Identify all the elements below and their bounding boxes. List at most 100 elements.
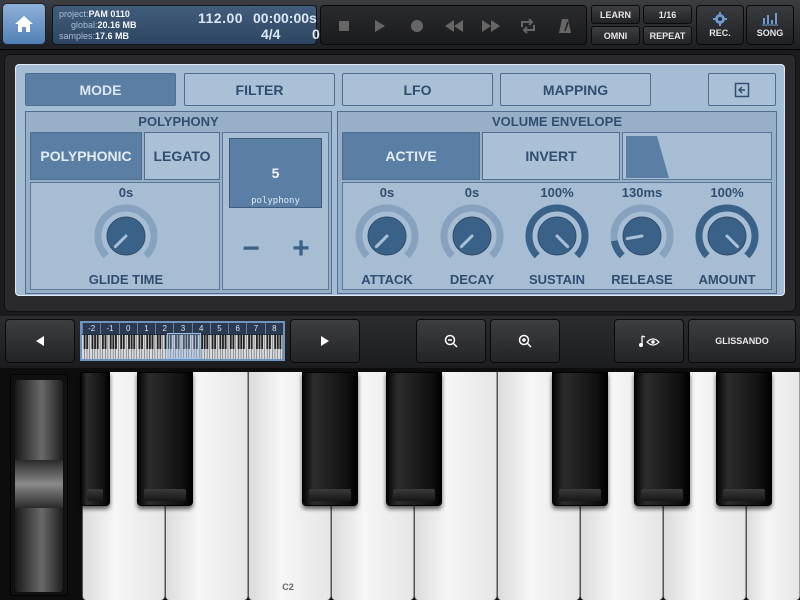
record-button[interactable]	[406, 15, 428, 37]
play-button[interactable]	[369, 15, 391, 37]
loop-icon	[521, 18, 535, 34]
legato-toggle[interactable]: LEGATO	[144, 132, 220, 180]
mini-black-key	[250, 335, 253, 349]
time-signature[interactable]: 4/4	[261, 26, 280, 42]
mini-black-key	[274, 335, 277, 349]
attack-value: 0s	[379, 185, 395, 200]
mini-black-key	[146, 335, 149, 349]
note-visibility-button[interactable]	[614, 319, 684, 363]
project-display: project:PAM 0110 global:20.16 MB samples…	[52, 5, 348, 45]
mini-black-key	[112, 335, 115, 349]
glissando-button[interactable]: GLISSANDO	[688, 319, 796, 363]
polyphony-section: POLYPHONY POLYPHONIC LEGATO 0s GLIDE TIM…	[25, 111, 332, 294]
mini-black-key	[214, 335, 217, 349]
keyboard-range-navigator[interactable]: -2 -1 0 1 2 3 4 5 6 7 8	[80, 321, 285, 361]
glide-time-knob[interactable]	[93, 203, 159, 269]
rewind-button[interactable]	[443, 15, 465, 37]
arrow-right-icon	[321, 336, 329, 346]
record-icon	[411, 20, 423, 32]
tab-mapping[interactable]: MAPPING	[500, 73, 651, 106]
rewind-icon	[445, 20, 463, 32]
tab-mode[interactable]: MODE	[25, 73, 176, 106]
time-display: 00:00:00s	[253, 10, 317, 26]
tempo-display[interactable]: 112.00	[198, 10, 243, 26]
polyphony-count-label: polyphony	[251, 196, 300, 206]
attack-knob[interactable]	[354, 203, 420, 269]
black-key[interactable]	[80, 372, 110, 506]
release-value: 130ms	[621, 185, 663, 200]
mini-black-key	[269, 335, 271, 349]
song-icon	[762, 13, 778, 26]
mini-black-key	[229, 335, 232, 349]
envelope-knobs: 0s ATTACK 0s DECAY 100% SUSTAIN 130ms RE…	[342, 182, 772, 290]
sustain-knob[interactable]	[524, 203, 590, 269]
back-arrow-icon	[734, 82, 750, 97]
mini-black-key	[279, 335, 282, 349]
polyphony-decrease-button[interactable]: −	[233, 231, 269, 267]
mini-black-key	[222, 335, 224, 349]
mini-black-key	[104, 335, 107, 349]
black-key[interactable]	[386, 372, 442, 506]
omni-button[interactable]: OMNI	[591, 26, 640, 45]
volume-envelope-title: VOLUME ENVELOPE	[491, 114, 623, 129]
octave-up-button[interactable]	[290, 319, 360, 363]
fast-forward-button[interactable]	[480, 15, 502, 37]
fast-forward-icon	[482, 20, 500, 32]
metronome-button[interactable]	[554, 15, 576, 37]
tab-filter[interactable]: FILTER	[184, 73, 335, 106]
decay-label: DECAY	[449, 272, 495, 287]
glide-time-value: 0s	[118, 185, 134, 200]
zoom-in-button[interactable]	[490, 319, 560, 363]
release-label: RELEASE	[611, 272, 673, 287]
repeat-button[interactable]: REPEAT	[643, 26, 692, 45]
envelope-shape-graph	[626, 136, 669, 178]
mini-black-key	[240, 335, 243, 349]
mini-black-key	[276, 335, 279, 349]
envelope-invert-toggle[interactable]: INVERT	[482, 132, 620, 180]
stop-button[interactable]	[333, 15, 355, 37]
decay-value: 0s	[464, 185, 480, 200]
black-key[interactable]	[552, 372, 608, 506]
black-key[interactable]	[137, 372, 193, 506]
mini-black-key	[237, 335, 240, 349]
release-knob[interactable]	[609, 203, 675, 269]
mini-black-key	[258, 335, 261, 349]
loop-button[interactable]	[517, 15, 539, 37]
sustain-label: SUSTAIN	[528, 272, 586, 287]
mini-black-key	[120, 335, 123, 349]
project-label: project:	[59, 9, 89, 19]
mini-black-key	[86, 335, 89, 349]
envelope-preview	[622, 132, 772, 180]
mini-black-key	[130, 335, 133, 349]
mini-black-key	[203, 335, 206, 349]
visible-range-highlight[interactable]	[167, 333, 201, 359]
polyphony-count-control: 5 polyphony − +	[222, 132, 329, 290]
envelope-active-toggle[interactable]: ACTIVE	[342, 132, 480, 180]
mini-black-key	[96, 335, 99, 349]
black-key[interactable]	[634, 372, 690, 506]
mini-black-key	[266, 335, 269, 349]
octave-down-button[interactable]	[5, 319, 75, 363]
decay-knob[interactable]	[439, 203, 505, 269]
polyphonic-toggle[interactable]: POLYPHONIC	[30, 132, 142, 180]
polyphony-increase-button[interactable]: +	[283, 231, 319, 267]
pitch-wheel-grip[interactable]	[15, 460, 63, 508]
amount-knob[interactable]	[694, 203, 760, 269]
home-button[interactable]	[2, 3, 46, 45]
back-button[interactable]	[708, 73, 776, 106]
volume-envelope-section: VOLUME ENVELOPE ACTIVE INVERT 0s ATTACK …	[337, 111, 777, 294]
instrument-editor-panel: MODE FILTER LFO MAPPING POLYPHONY POLYPH…	[15, 64, 785, 296]
zoom-out-button[interactable]	[416, 319, 486, 363]
polyphony-title: POLYPHONY	[138, 114, 219, 129]
mini-black-key	[138, 335, 141, 349]
song-label: SONG	[756, 28, 784, 38]
rec-settings-button[interactable]: REC.	[696, 5, 744, 45]
black-key[interactable]	[716, 372, 772, 506]
learn-button[interactable]: LEARN	[591, 5, 640, 24]
tab-lfo[interactable]: LFO	[342, 73, 493, 106]
song-button[interactable]: SONG	[746, 5, 794, 45]
black-key[interactable]	[302, 372, 358, 506]
quantize-button[interactable]: 1/16	[643, 5, 692, 24]
metronome-icon	[559, 19, 571, 33]
polyphony-count-display: 5 polyphony	[229, 138, 322, 208]
